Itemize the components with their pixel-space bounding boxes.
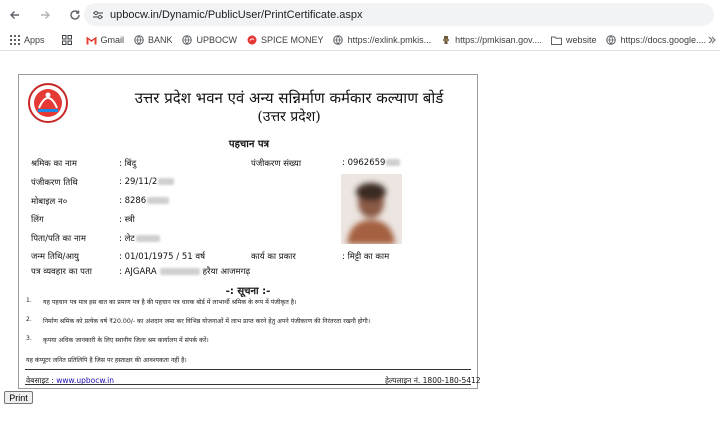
bookmark-bank[interactable]: BANK [133,35,173,46]
gender-value: : स्त्री [119,215,135,225]
gender-label: लिंग [31,215,44,225]
notice-item: यह पहचान पत्र मात्र इस बात का प्रमाण पत्… [43,299,297,306]
notice-title: -: सूचना :- [225,286,271,297]
dob-age-label: जन्म तिथि/आयु [31,252,79,262]
divider [25,384,471,385]
bookmark-label: Gmail [100,35,125,45]
father-husband-name-value: : लेट [119,233,160,244]
reload-icon[interactable] [64,4,86,26]
bookmark-label: SPICE MONEY [261,35,324,45]
bookmark-pmkisan[interactable]: https://pmkisan.gov.... [440,35,542,46]
bookmark-label: Apps [24,35,45,45]
print-button[interactable]: Print [4,391,33,404]
globe-icon [605,35,616,46]
bookmark-gmail[interactable]: Gmail [85,35,125,46]
bookmark-label: website [565,35,597,45]
id-card-title: पहचान पत्र [228,139,270,150]
notice-number: 3. [26,335,32,342]
bookmarks-bar: Apps Gmail BANK UPBOCW SPICE MONEY https… [0,30,720,51]
registration-number-value: : 0962659 [342,158,401,168]
worker-name-value: : बिंदु [119,159,137,169]
globe-icon [182,35,193,46]
father-husband-name-label: पिता/पति का नाम [31,234,86,244]
bookmarks-overflow-icon[interactable] [706,35,716,45]
board-title: उत्तर प्रदेश भवन एवं अन्य सन्निर्माण कर्… [134,89,444,107]
mobile-value: : 8286 [119,196,170,206]
bookmark-grid[interactable] [62,35,77,46]
globe-icon [333,35,344,46]
forward-icon[interactable] [34,4,56,26]
grid-icon [62,35,73,46]
notice-item: कृपया अधिक जानकारी के लिए स्थानीय जिला श… [43,337,209,344]
bookmark-website[interactable]: website [550,35,597,46]
apps-grid-icon [9,35,20,46]
globe-icon [133,35,144,46]
board-logo [28,83,68,123]
bookmark-docs[interactable]: https://docs.google.... [605,35,706,46]
folder-icon [550,35,562,46]
notice-number: 1. [26,297,32,304]
address-value: : AJGARA हरैया आजमगढ़ [119,267,251,277]
registration-number-label: पंजीकरण संख्या [251,159,302,169]
site-info-icon[interactable] [90,7,106,23]
board-subtitle: (उत्तर प्रदेश) [257,109,321,125]
bookmark-upbocw[interactable]: UPBOCW [182,35,238,46]
gmail-icon [85,35,97,46]
bookmark-label: BANK [148,35,173,45]
bookmark-label: https://pmkisan.gov.... [455,35,542,45]
dob-age-value: : 01/01/1975 / 51 वर्ष [119,252,205,262]
notice-number: 2. [26,316,32,323]
registration-date-value: : 29/11/2 [119,177,175,187]
bookmark-label: UPBOCW [196,35,238,45]
bookmark-spice-money[interactable]: SPICE MONEY [246,35,324,46]
worker-photo [341,174,402,244]
work-type-value: : मिट्टी का काम [342,252,390,262]
bookmark-apps[interactable]: Apps [9,35,45,46]
work-type-label: कार्य का प्रकार [251,252,296,262]
registration-date-label: पंजीकरण तिथि [31,178,78,188]
divider [25,369,471,370]
computer-generated-note: यह कंप्यूटर जनित प्रतिलिपि है जिस पर हस्… [26,357,187,364]
emblem-icon [440,35,451,46]
spice-icon [246,35,257,46]
mobile-label: मोबाइल न० [31,197,68,207]
notice-item: निर्माण श्रमिक को प्रत्येक वर्ष ₹20.00/-… [43,318,371,325]
back-icon[interactable] [4,4,26,26]
identity-certificate: उत्तर प्रदेश भवन एवं अन्य सन्निर्माण कर्… [18,74,481,389]
address-bar[interactable]: upbocw.in/Dynamic/PublicUser/PrintCertif… [84,3,714,26]
bookmark-label: https://exlink.pmkis... [347,35,432,45]
url-text: upbocw.in/Dynamic/PublicUser/PrintCertif… [110,8,363,21]
bookmark-label: https://docs.google.... [620,35,707,45]
bookmark-exlink[interactable]: https://exlink.pmkis... [333,35,432,46]
browser-toolbar: upbocw.in/Dynamic/PublicUser/PrintCertif… [0,0,720,29]
worker-name-label: श्रमिक का नाम [31,159,77,169]
address-label: पत्र व्यवहार का पता [31,267,92,277]
